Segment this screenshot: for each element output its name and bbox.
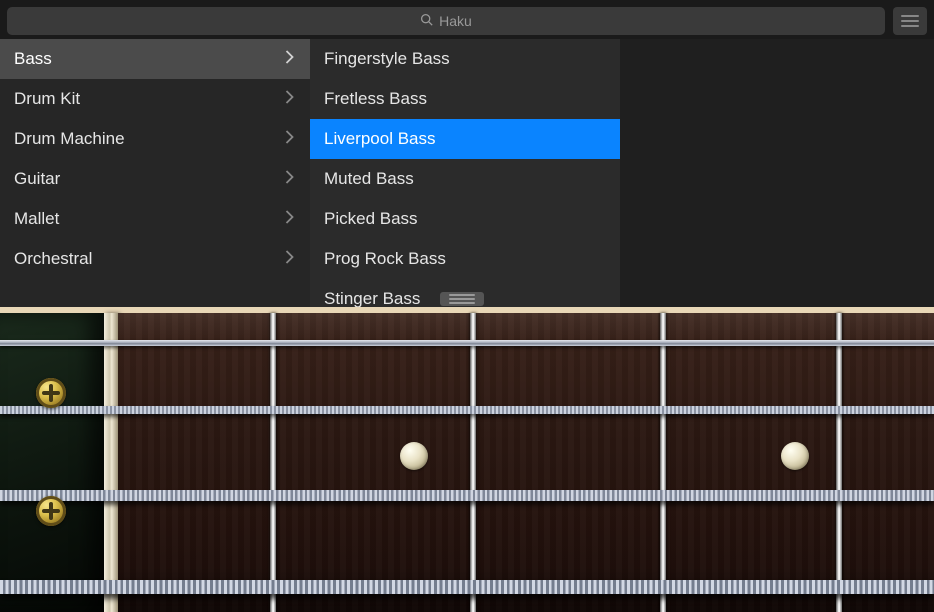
category-item[interactable]: Drum Machine xyxy=(0,119,310,159)
bass-nut xyxy=(104,313,118,612)
sound-label: Fretless Bass xyxy=(324,89,427,109)
app-root: Haku Bass Drum Kit Drum Machine Guitar Malle… xyxy=(0,0,934,612)
sound-item[interactable]: Picked Bass xyxy=(310,199,620,239)
category-item[interactable]: Orchestral xyxy=(0,239,310,279)
category-label: Bass xyxy=(14,49,52,69)
sound-label: Fingerstyle Bass xyxy=(324,49,450,69)
top-bar: Haku xyxy=(7,7,927,35)
category-label: Drum Machine xyxy=(14,129,125,149)
sound-label: Stinger Bass xyxy=(324,289,420,307)
instrument-category-list: Bass Drum Kit Drum Machine Guitar Mallet Orch… xyxy=(0,39,310,307)
fret xyxy=(660,313,666,612)
sound-label: Muted Bass xyxy=(324,169,414,189)
category-label: Orchestral xyxy=(14,249,92,269)
chevron-right-icon xyxy=(285,89,294,109)
chevron-right-icon xyxy=(285,49,294,69)
sound-item[interactable]: Muted Bass xyxy=(310,159,620,199)
sound-item[interactable]: Prog Rock Bass xyxy=(310,239,620,279)
panel-resize-handle[interactable] xyxy=(440,292,484,306)
search-field[interactable]: Haku xyxy=(7,7,885,35)
chevron-right-icon xyxy=(285,169,294,189)
sound-label: Prog Rock Bass xyxy=(324,249,446,269)
category-item[interactable]: Guitar xyxy=(0,159,310,199)
fret xyxy=(836,313,842,612)
sound-label: Picked Bass xyxy=(324,209,418,229)
search-placeholder: Haku xyxy=(439,13,472,29)
sound-item[interactable]: Fretless Bass xyxy=(310,79,620,119)
fret xyxy=(270,313,276,612)
bass-string-a[interactable] xyxy=(0,490,934,501)
inlay-dot xyxy=(781,442,809,470)
chevron-right-icon xyxy=(285,249,294,269)
sound-item[interactable]: Fingerstyle Bass xyxy=(310,39,620,79)
sound-item[interactable]: Liverpool Bass xyxy=(310,119,620,159)
category-label: Mallet xyxy=(14,209,59,229)
menu-button[interactable] xyxy=(893,7,927,35)
instrument-sound-list: Fingerstyle Bass Fretless Bass Liverpool B… xyxy=(310,39,620,307)
tuning-peg[interactable] xyxy=(36,378,66,408)
bass-string-g[interactable] xyxy=(0,340,934,346)
chevron-right-icon xyxy=(285,209,294,229)
search-icon xyxy=(420,13,433,29)
bass-headstock xyxy=(0,313,104,612)
bass-string-e[interactable] xyxy=(0,580,934,594)
chevron-right-icon xyxy=(285,129,294,149)
bass-string-d[interactable] xyxy=(0,406,934,414)
bass-fretboard[interactable] xyxy=(118,313,934,612)
sound-label: Liverpool Bass xyxy=(324,129,436,149)
category-label: Drum Kit xyxy=(14,89,80,109)
category-item[interactable]: Bass xyxy=(0,39,310,79)
category-item[interactable]: Drum Kit xyxy=(0,79,310,119)
fret xyxy=(470,313,476,612)
category-item[interactable]: Mallet xyxy=(0,199,310,239)
category-label: Guitar xyxy=(14,169,60,189)
tuning-peg[interactable] xyxy=(36,496,66,526)
inlay-dot xyxy=(400,442,428,470)
